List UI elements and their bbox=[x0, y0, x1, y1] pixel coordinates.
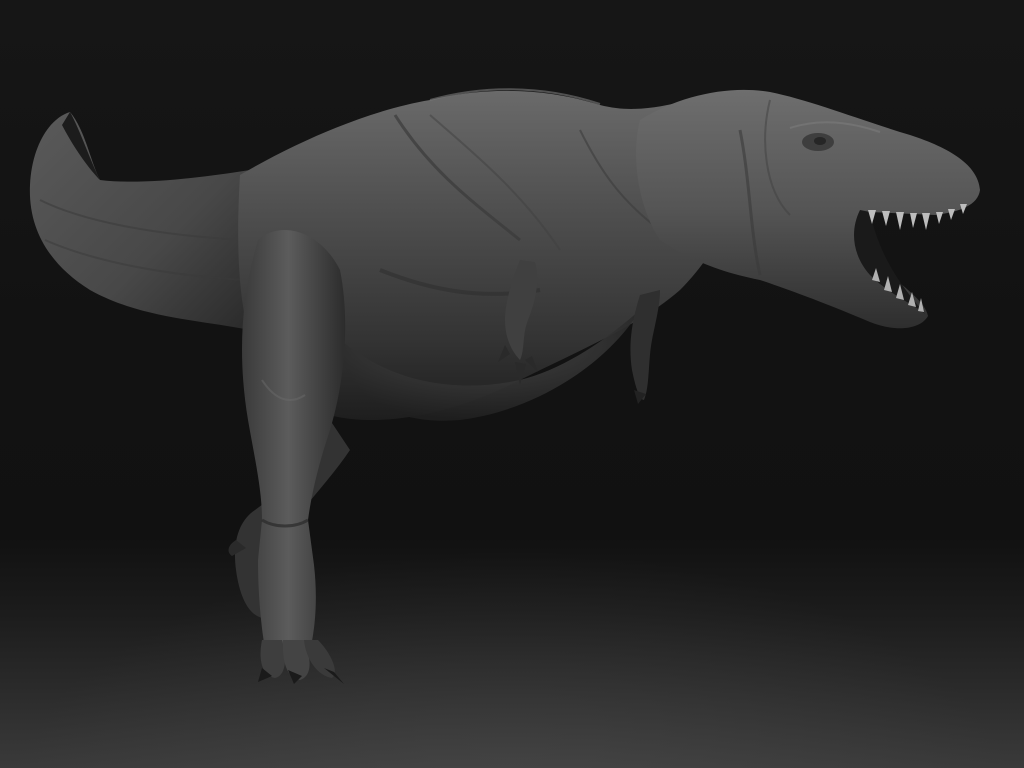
t-rex-sculpt bbox=[29, 88, 980, 684]
render-viewport bbox=[0, 0, 1024, 768]
head bbox=[636, 89, 980, 329]
tail bbox=[29, 112, 251, 330]
